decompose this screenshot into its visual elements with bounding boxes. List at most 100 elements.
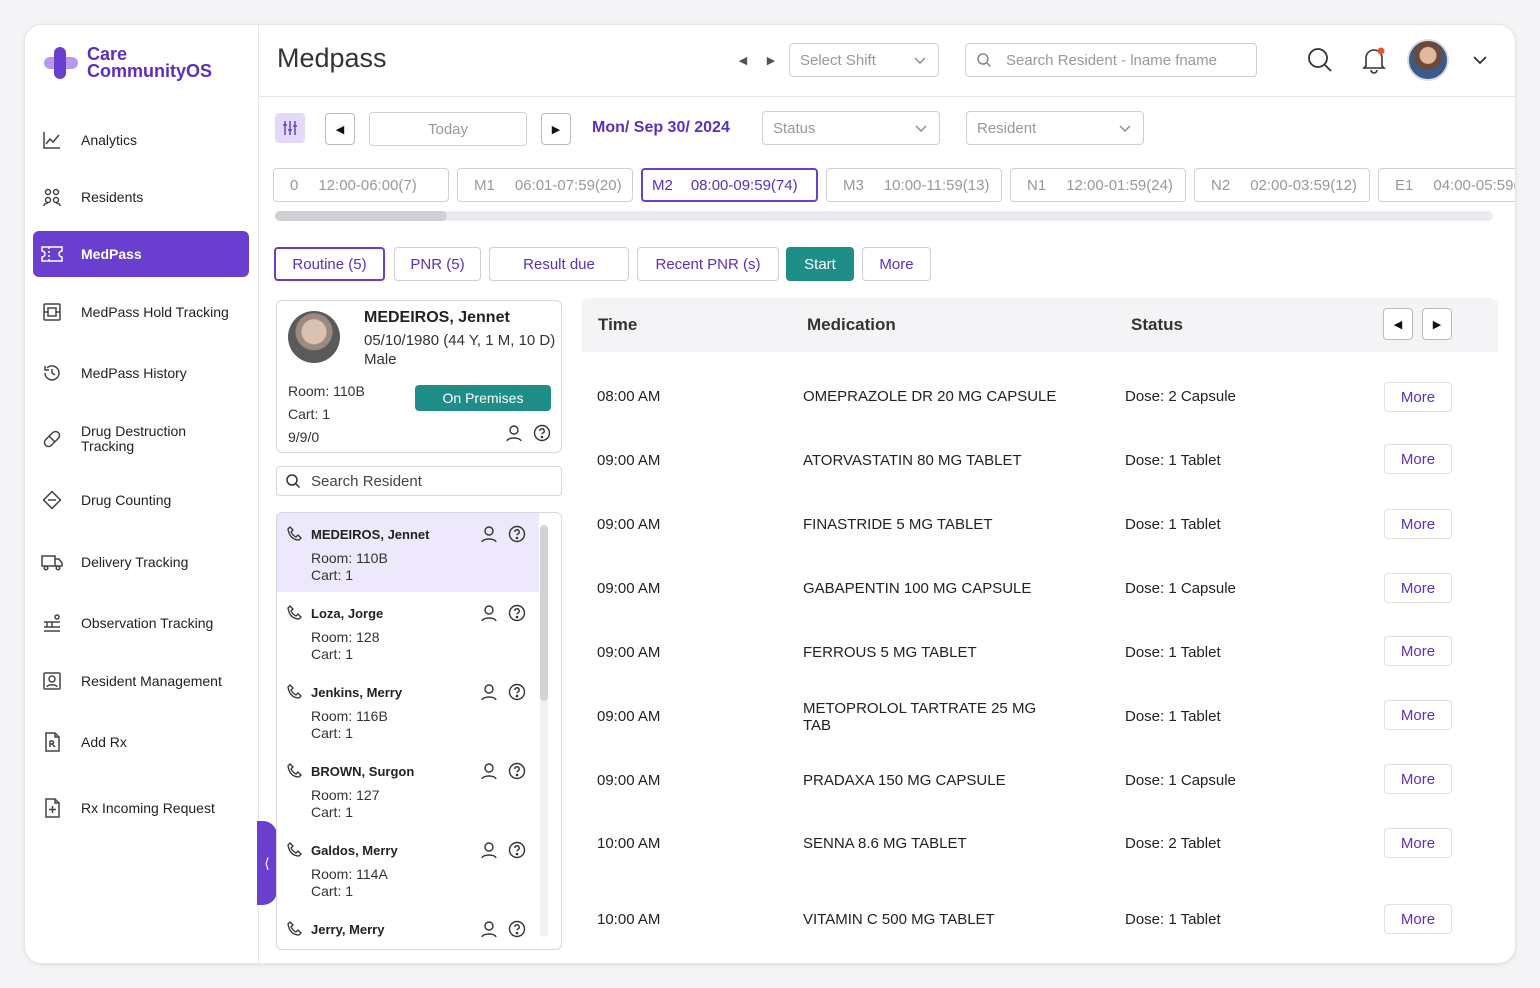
sidebar-item-drug-counting[interactable]: Drug Counting: [33, 477, 249, 523]
search-resident-input[interactable]: Search Resident - lname fname: [965, 43, 1257, 77]
prev-day-button[interactable]: ◀: [325, 113, 355, 145]
table-row: 09:00 AM ATORVASTATIN 80 MG TABLET Dose:…: [581, 444, 1498, 504]
cell-dose: Dose: 1 Tablet: [1125, 911, 1221, 928]
user-avatar[interactable]: [1407, 39, 1449, 81]
routine-button[interactable]: Routine (5): [274, 247, 385, 281]
triangle-right-icon: ▶: [1432, 318, 1442, 331]
user-icon[interactable]: [480, 920, 498, 938]
shift-scrollbar-track[interactable]: [275, 211, 1493, 221]
shift-tab-0[interactable]: 0 12:00-06:00(7): [273, 168, 449, 202]
prev-shift-button[interactable]: ◀: [735, 52, 751, 68]
resident-name: MEDEIROS, Jennet: [364, 309, 510, 326]
list-item[interactable]: Jenkins, Merry Room: 116B Cart: 1: [277, 671, 539, 750]
help-icon[interactable]: [508, 762, 526, 780]
notifications-button[interactable]: [1359, 45, 1389, 75]
sidebar-item-resident-management[interactable]: Resident Management: [33, 658, 249, 704]
shift-tab-m1[interactable]: M1 06:01-07:59(20): [457, 168, 633, 202]
resident-list-search-input[interactable]: Search Resident: [276, 466, 562, 496]
row-more-button[interactable]: More: [1384, 828, 1452, 858]
help-icon[interactable]: [508, 525, 526, 543]
shift-tab-m3[interactable]: M3 10:00-11:59(13): [826, 168, 1002, 202]
cell-dose: Dose: 1 Tablet: [1125, 452, 1221, 469]
list-item[interactable]: MEDEIROS, Jennet Room: 110B Cart: 1: [277, 513, 539, 592]
triangle-left-icon: ◀: [335, 123, 345, 136]
row-more-button[interactable]: More: [1384, 509, 1452, 539]
sidebar-item-medpass[interactable]: MedPass: [33, 231, 249, 277]
row-more-button[interactable]: More: [1384, 764, 1452, 794]
row-more-button[interactable]: More: [1384, 700, 1452, 730]
sidebar-item-drug-destruction-tracking[interactable]: Drug Destruction Tracking: [33, 416, 249, 462]
list-item[interactable]: BROWN, Surgon Room: 127 Cart: 1: [277, 750, 539, 829]
more-actions-button[interactable]: More: [862, 247, 931, 281]
shift-tab-e1[interactable]: E1 04:00-05:59(: [1378, 168, 1515, 202]
start-button[interactable]: Start: [786, 247, 854, 281]
list-item[interactable]: Jerry, Merry: [277, 908, 539, 949]
today-button[interactable]: Today: [369, 112, 527, 146]
sidebar-item-analytics[interactable]: Analytics: [33, 117, 249, 163]
resident-code: 9/9/0: [288, 429, 320, 445]
shift-tab-m2[interactable]: M2 08:00-09:59(74): [641, 168, 818, 202]
row-more-button[interactable]: More: [1384, 573, 1452, 603]
shift-tab-n1[interactable]: N1 12:00-01:59(24): [1010, 168, 1186, 202]
rx-document-icon: [41, 731, 63, 753]
sidebar-item-residents[interactable]: Residents: [33, 174, 249, 220]
shift-scrollbar-thumb[interactable]: [275, 211, 447, 221]
resident-dropdown[interactable]: Resident: [966, 111, 1144, 145]
row-more-button[interactable]: More: [1384, 904, 1452, 934]
sidebar-item-rx-incoming-request[interactable]: Rx Incoming Request: [33, 785, 249, 831]
shift-range: 10:00-11:59(13): [883, 176, 990, 194]
help-icon[interactable]: [508, 920, 526, 938]
sidebar-item-delivery-tracking[interactable]: Delivery Tracking: [33, 539, 249, 585]
help-icon[interactable]: [508, 841, 526, 859]
triangle-left-icon: ◀: [1393, 318, 1403, 331]
shift-range: 12:00-01:59(24): [1066, 176, 1173, 194]
list-item[interactable]: Loza, Jorge Room: 128 Cart: 1: [277, 592, 539, 671]
row-more-button[interactable]: More: [1384, 636, 1452, 666]
resident-list-room: Room: 116B: [311, 708, 388, 724]
medication-table: Time Medication Status ◀ ▶ 08:00 AM OMEP…: [581, 298, 1498, 950]
list-item[interactable]: Galdos, Merry Room: 114A Cart: 1: [277, 829, 539, 908]
table-prev-button[interactable]: ◀: [1383, 308, 1413, 340]
sidebar-item-add-rx[interactable]: Add Rx: [33, 719, 249, 765]
sidebar-item-observation-tracking[interactable]: Observation Tracking: [33, 600, 249, 646]
sidebar-item-medpass-hold-tracking[interactable]: MedPass Hold Tracking: [33, 289, 249, 335]
result-due-button[interactable]: Result due: [489, 247, 629, 281]
help-icon[interactable]: [508, 604, 526, 622]
user-icon[interactable]: [480, 525, 498, 543]
status-dropdown[interactable]: Status: [762, 111, 940, 145]
next-shift-button[interactable]: ▶: [763, 52, 779, 68]
user-icon[interactable]: [480, 841, 498, 859]
phone-icon: [287, 842, 302, 857]
sidebar-collapse-toggle[interactable]: ⟨: [257, 821, 277, 905]
user-icon[interactable]: [480, 683, 498, 701]
user-icon[interactable]: [480, 604, 498, 622]
account-menu-button[interactable]: [1465, 45, 1495, 75]
search-icon: [1308, 48, 1332, 72]
table-row: 09:00 AM GABAPENTIN 100 MG CAPSULE Dose:…: [581, 573, 1498, 633]
table-next-button[interactable]: ▶: [1422, 308, 1452, 340]
row-more-button[interactable]: More: [1384, 382, 1452, 412]
table-row: 10:00 AM SENNA 8.6 MG TABLET Dose: 2 Tab…: [581, 828, 1498, 888]
shift-tab-n2[interactable]: N2 02:00-03:59(12): [1194, 168, 1370, 202]
filter-settings-button[interactable]: [275, 113, 305, 143]
help-icon[interactable]: [533, 424, 551, 442]
user-icon[interactable]: [505, 424, 523, 442]
resident-list-scrollbar-thumb[interactable]: [540, 525, 548, 701]
user-icon[interactable]: [480, 762, 498, 780]
phone-icon: [287, 605, 302, 620]
next-day-button[interactable]: ▶: [541, 113, 571, 145]
triangle-right-icon: ▶: [551, 123, 561, 136]
pnr-button[interactable]: PNR (5): [394, 247, 481, 281]
row-more-button[interactable]: More: [1384, 444, 1452, 474]
cell-time: 09:00 AM: [597, 644, 661, 661]
resident-list-name: Loza, Jorge: [311, 606, 384, 621]
resident-sex: Male: [364, 351, 397, 368]
pill-box-icon: [41, 301, 63, 323]
global-search-button[interactable]: [1305, 45, 1335, 75]
sidebar-item-medpass-history[interactable]: MedPass History: [33, 350, 249, 396]
sidebar-item-label: Rx Incoming Request: [81, 799, 215, 816]
recent-pnr-button[interactable]: Recent PNR (s): [637, 247, 779, 281]
help-icon[interactable]: [508, 683, 526, 701]
select-shift-dropdown[interactable]: Select Shift: [789, 43, 939, 77]
sidebar-item-label: Delivery Tracking: [81, 553, 189, 570]
